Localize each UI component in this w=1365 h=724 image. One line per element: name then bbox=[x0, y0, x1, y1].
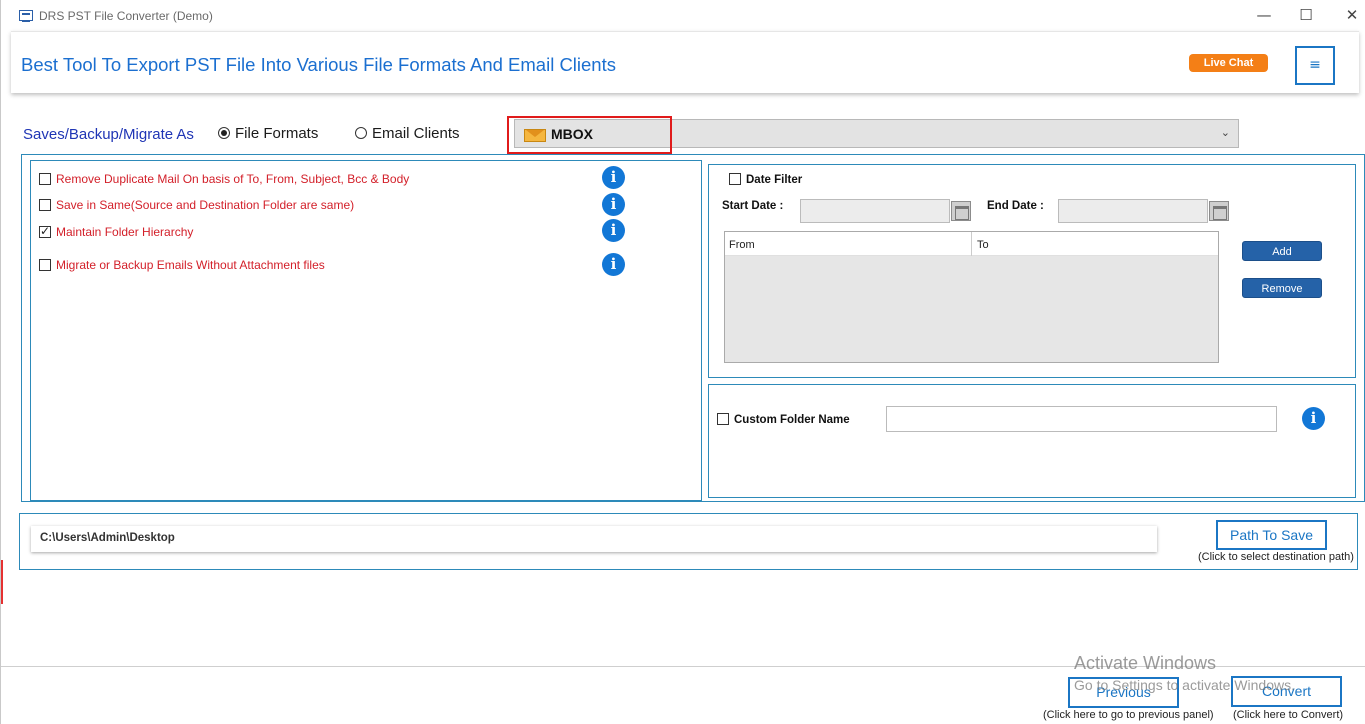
destination-path-field[interactable]: C:\Users\Admin\Desktop bbox=[31, 526, 1157, 552]
info-icon[interactable]: i bbox=[602, 219, 625, 242]
add-button[interactable]: Add bbox=[1242, 241, 1322, 261]
window-edge-accent bbox=[1, 560, 3, 604]
file-formats-radio[interactable]: File Formats bbox=[218, 125, 318, 142]
column-header-from[interactable]: From bbox=[729, 239, 755, 251]
start-date-input[interactable] bbox=[800, 199, 950, 223]
minimize-button[interactable]: — bbox=[1248, 4, 1280, 26]
option-label: Remove Duplicate Mail On basis of To, Fr… bbox=[56, 172, 410, 186]
info-icon[interactable]: i bbox=[602, 166, 625, 189]
destination-path-value: C:\Users\Admin\Desktop bbox=[40, 532, 175, 544]
app-logo-icon bbox=[19, 10, 33, 22]
app-header: Best Tool To Export PST File Into Variou… bbox=[11, 31, 1359, 93]
checkbox[interactable] bbox=[729, 173, 741, 185]
info-icon[interactable]: i bbox=[1302, 407, 1325, 430]
date-filter-label: Date Filter bbox=[746, 174, 803, 186]
path-hint: (Click to select destination path) bbox=[1198, 551, 1354, 563]
custom-folder-panel bbox=[708, 384, 1356, 498]
checkbox[interactable] bbox=[39, 199, 51, 211]
option-label: Maintain Folder Hierarchy bbox=[56, 225, 194, 239]
activation-watermark-text: Go to Settings to activate Windows. bbox=[1074, 677, 1295, 693]
convert-hint: (Click here to Convert) bbox=[1233, 709, 1344, 721]
date-range-header: From To bbox=[725, 232, 1218, 256]
chevron-down-icon: ⌄ bbox=[1220, 126, 1230, 139]
date-filter-checkbox[interactable]: Date Filter bbox=[729, 173, 802, 186]
option-save-in-same[interactable]: Save in Same(Source and Destination Fold… bbox=[39, 198, 354, 212]
option-remove-duplicate[interactable]: Remove Duplicate Mail On basis of To, Fr… bbox=[39, 172, 409, 186]
checkbox[interactable] bbox=[717, 413, 729, 425]
save-as-label: Saves/Backup/Migrate As bbox=[23, 126, 194, 143]
window-title: DRS PST File Converter (Demo) bbox=[39, 9, 213, 23]
radio-unselected-icon bbox=[355, 127, 367, 139]
column-header-to[interactable]: To bbox=[977, 239, 989, 251]
custom-folder-input[interactable] bbox=[886, 406, 1277, 432]
path-to-save-button[interactable]: Path To Save bbox=[1216, 520, 1327, 550]
option-label: Save in Same(Source and Destination Fold… bbox=[56, 198, 355, 212]
end-date-label: End Date : bbox=[987, 200, 1044, 212]
calendar-icon[interactable] bbox=[951, 201, 971, 221]
column-divider bbox=[971, 232, 972, 256]
hamburger-icon: ≡ bbox=[1309, 57, 1321, 73]
checkbox-checked[interactable] bbox=[39, 224, 51, 238]
activation-watermark-title: Activate Windows bbox=[1074, 653, 1217, 673]
email-clients-label: Email Clients bbox=[372, 125, 460, 142]
info-icon[interactable]: i bbox=[602, 253, 625, 276]
info-icon[interactable]: i bbox=[602, 193, 625, 216]
previous-hint: (Click here to go to previous panel) bbox=[1043, 709, 1214, 721]
option-maintain-hierarchy[interactable]: Maintain Folder Hierarchy bbox=[39, 224, 194, 239]
maximize-button[interactable]: ☐ bbox=[1290, 4, 1322, 26]
option-without-attachment[interactable]: Migrate or Backup Emails Without Attachm… bbox=[39, 258, 325, 272]
remove-button[interactable]: Remove bbox=[1242, 278, 1322, 298]
close-button[interactable]: ✕ bbox=[1336, 4, 1365, 26]
app-window: DRS PST File Converter (Demo) — ☐ ✕ Best… bbox=[0, 0, 1365, 724]
file-formats-label: File Formats bbox=[235, 125, 319, 142]
option-label: Migrate or Backup Emails Without Attachm… bbox=[56, 258, 325, 272]
calendar-icon[interactable] bbox=[1209, 201, 1229, 221]
email-clients-radio[interactable]: Email Clients bbox=[355, 125, 460, 142]
menu-button[interactable]: ≡ bbox=[1295, 46, 1335, 85]
start-date-label: Start Date : bbox=[722, 200, 784, 212]
radio-selected-icon bbox=[218, 127, 230, 139]
custom-folder-label: Custom Folder Name bbox=[734, 414, 850, 426]
live-chat-button[interactable]: Live Chat bbox=[1189, 54, 1268, 72]
selection-highlight bbox=[507, 116, 672, 154]
end-date-input[interactable] bbox=[1058, 199, 1208, 223]
date-range-table[interactable]: From To bbox=[724, 231, 1219, 363]
page-title: Best Tool To Export PST File Into Variou… bbox=[21, 54, 616, 75]
checkbox[interactable] bbox=[39, 259, 51, 271]
title-bar: DRS PST File Converter (Demo) — ☐ ✕ bbox=[1, 0, 1365, 31]
checkbox[interactable] bbox=[39, 173, 51, 185]
custom-folder-checkbox[interactable]: Custom Folder Name bbox=[717, 413, 850, 426]
